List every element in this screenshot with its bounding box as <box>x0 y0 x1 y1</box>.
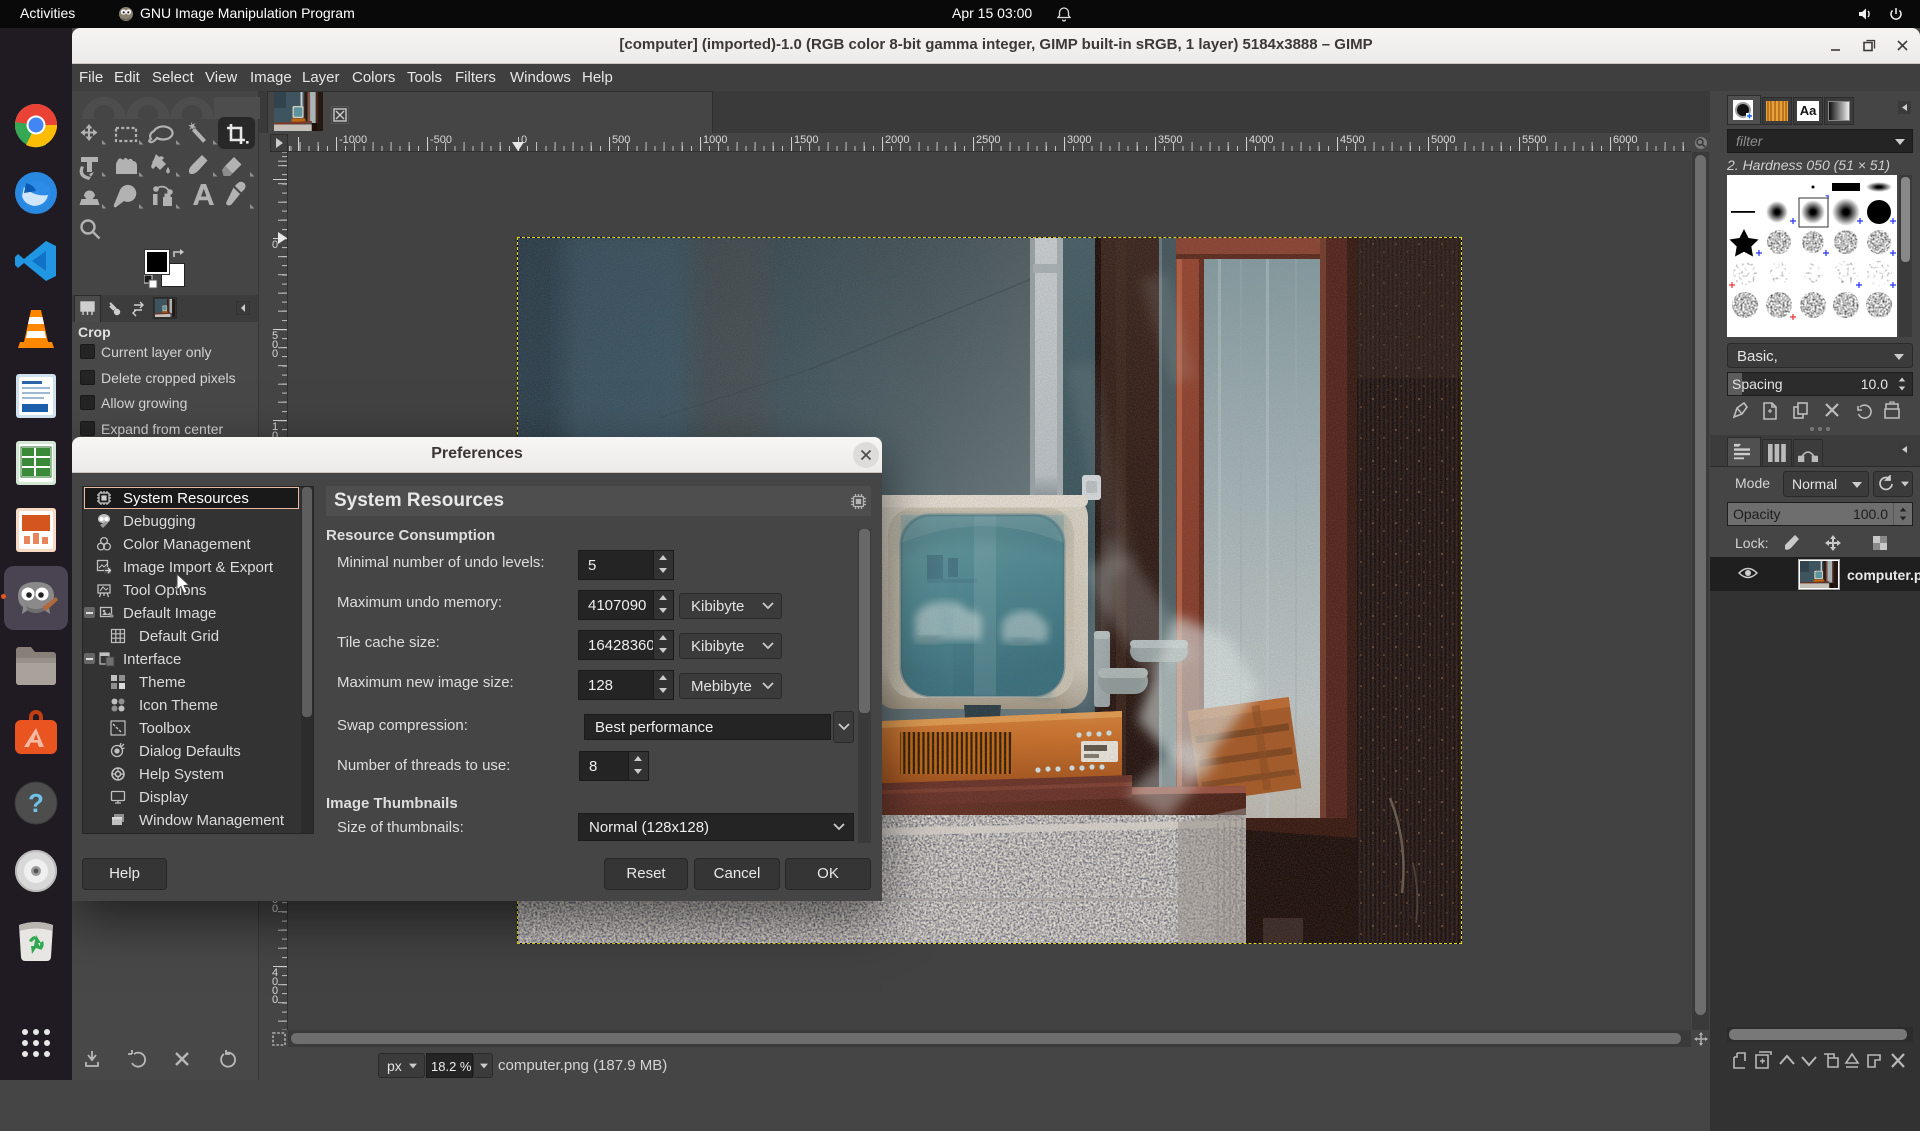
svg-text:?: ? <box>28 788 44 818</box>
